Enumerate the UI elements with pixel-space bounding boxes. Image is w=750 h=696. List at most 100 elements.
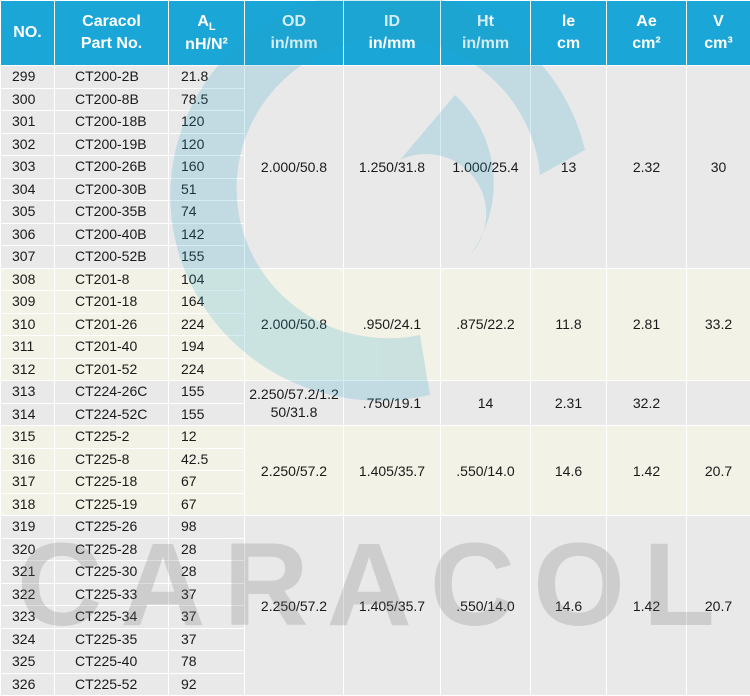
part-number: CT225-2 — [55, 426, 169, 449]
core-spec-table: NO. CaracolPart No. ALnH/N² ODin/mm IDin… — [0, 0, 750, 696]
od-value: 2.250/57.2 — [245, 516, 344, 696]
v-value — [687, 381, 750, 426]
part-number: CT200-35B — [55, 201, 169, 224]
row-number: 315 — [1, 426, 55, 449]
row-number: 304 — [1, 178, 55, 201]
row-number: 320 — [1, 538, 55, 561]
row-number: 314 — [1, 403, 55, 426]
ae-value: 1.42 — [607, 516, 687, 696]
id-value: 1.405/35.7 — [344, 426, 441, 516]
al-value: 28 — [169, 538, 245, 561]
al-value: 120 — [169, 111, 245, 134]
part-number: CT225-35 — [55, 628, 169, 651]
part-number: CT225-28 — [55, 538, 169, 561]
header-ht: Htin/mm — [441, 1, 531, 66]
row-number: 310 — [1, 313, 55, 336]
part-number: CT200-8B — [55, 88, 169, 111]
table-body: 299CT200-2B21.82.000/50.81.250/31.81.000… — [1, 66, 750, 696]
part-number: CT200-19B — [55, 133, 169, 156]
part-number: CT224-52C — [55, 403, 169, 426]
part-number: CT200-40B — [55, 223, 169, 246]
part-number: CT201-40 — [55, 336, 169, 359]
al-value: 142 — [169, 223, 245, 246]
al-value: 42.5 — [169, 448, 245, 471]
part-number: CT225-34 — [55, 606, 169, 629]
row-number: 322 — [1, 583, 55, 606]
part-number: CT225-33 — [55, 583, 169, 606]
row-number: 302 — [1, 133, 55, 156]
al-value: 160 — [169, 156, 245, 179]
v-value: 20.7 — [687, 426, 750, 516]
al-value: 98 — [169, 516, 245, 539]
part-number: CT224-26C — [55, 381, 169, 404]
le-value: 2.31 — [531, 381, 607, 426]
part-number: CT201-8 — [55, 268, 169, 291]
al-value: 155 — [169, 246, 245, 269]
row-number: 306 — [1, 223, 55, 246]
al-value: 67 — [169, 471, 245, 494]
al-value: 78.5 — [169, 88, 245, 111]
al-value: 78 — [169, 651, 245, 674]
od-value: 2.250/57.2 — [245, 426, 344, 516]
od-value: 2.000/50.8 — [245, 66, 344, 269]
part-number: CT225-30 — [55, 561, 169, 584]
row-number: 323 — [1, 606, 55, 629]
ae-value: 2.81 — [607, 268, 687, 381]
part-number: CT200-52B — [55, 246, 169, 269]
row-number: 316 — [1, 448, 55, 471]
row-number: 312 — [1, 358, 55, 381]
header-al: ALnH/N² — [169, 1, 245, 66]
part-number: CT225-26 — [55, 516, 169, 539]
row-number: 324 — [1, 628, 55, 651]
al-value: 67 — [169, 493, 245, 516]
v-value: 30 — [687, 66, 750, 269]
part-number: CT200-26B — [55, 156, 169, 179]
header-od: ODin/mm — [245, 1, 344, 66]
al-value: 104 — [169, 268, 245, 291]
part-number: CT225-18 — [55, 471, 169, 494]
v-value: 33.2 — [687, 268, 750, 381]
part-number: CT225-52 — [55, 673, 169, 696]
al-value: 224 — [169, 313, 245, 336]
row-number: 321 — [1, 561, 55, 584]
ae-value: 2.32 — [607, 66, 687, 269]
al-value: 155 — [169, 381, 245, 404]
id-value: 1.405/35.7 — [344, 516, 441, 696]
header-le: lecm — [531, 1, 607, 66]
row-number: 325 — [1, 651, 55, 674]
le-value: 14.6 — [531, 516, 607, 696]
table-row: 313CT224-26C1552.250/57.2/1.2 50/31.8.75… — [1, 381, 750, 404]
row-number: 319 — [1, 516, 55, 539]
al-value: 92 — [169, 673, 245, 696]
ae-value: 1.42 — [607, 426, 687, 516]
part-number: CT200-18B — [55, 111, 169, 134]
table-row: 299CT200-2B21.82.000/50.81.250/31.81.000… — [1, 66, 750, 89]
header-no: NO. — [1, 1, 55, 66]
row-number: 301 — [1, 111, 55, 134]
al-value: 120 — [169, 133, 245, 156]
al-value: 21.8 — [169, 66, 245, 89]
part-number: CT225-19 — [55, 493, 169, 516]
core-spec-sheet: NO. CaracolPart No. ALnH/N² ODin/mm IDin… — [0, 0, 750, 692]
al-value: 28 — [169, 561, 245, 584]
header-v: Vcm³ — [687, 1, 750, 66]
id-value: 1.250/31.8 — [344, 66, 441, 269]
al-value: 51 — [169, 178, 245, 201]
al-value: 155 — [169, 403, 245, 426]
row-number: 326 — [1, 673, 55, 696]
row-number: 307 — [1, 246, 55, 269]
row-number: 299 — [1, 66, 55, 89]
part-number: CT225-8 — [55, 448, 169, 471]
ht-value: .550/14.0 — [441, 426, 531, 516]
al-value: 37 — [169, 606, 245, 629]
id-value: .750/19.1 — [344, 381, 441, 426]
al-value: 37 — [169, 583, 245, 606]
al-value: 12 — [169, 426, 245, 449]
id-value: .950/24.1 — [344, 268, 441, 381]
row-number: 303 — [1, 156, 55, 179]
row-number: 308 — [1, 268, 55, 291]
part-number: CT201-18 — [55, 291, 169, 314]
table-row: 308CT201-81042.000/50.8.950/24.1.875/22.… — [1, 268, 750, 291]
le-value: 14.6 — [531, 426, 607, 516]
al-value: 224 — [169, 358, 245, 381]
